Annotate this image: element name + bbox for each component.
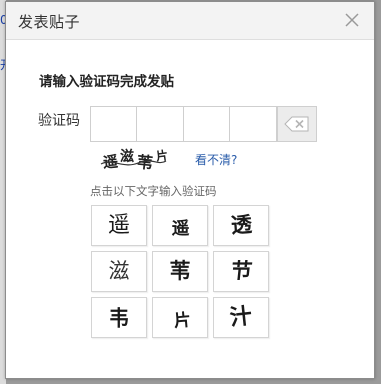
captcha-char-box-4[interactable] <box>230 107 277 141</box>
char-tile-label: 节 <box>229 259 253 283</box>
post-dialog: 发表贴子 请输入验证码完成发贴 验证码 遥 滋 苇 片 看不清? 点击以下文字输… <box>5 1 375 379</box>
svg-text:片: 片 <box>155 147 169 164</box>
char-tile-label: 遥 <box>171 219 189 239</box>
char-tile[interactable]: 透 <box>213 205 269 246</box>
dialog-title: 发表贴子 <box>18 13 81 31</box>
captcha-char-box-3[interactable] <box>184 107 231 141</box>
svg-text:滋: 滋 <box>120 148 134 165</box>
close-icon[interactable] <box>343 11 361 29</box>
char-tile[interactable]: 片 <box>152 297 208 338</box>
refresh-captcha-link[interactable]: 看不清? <box>195 151 237 168</box>
captcha-input-boxes <box>90 106 317 142</box>
char-tile-label: 片 <box>172 310 192 332</box>
backspace-button[interactable] <box>276 107 316 141</box>
captcha-hint-text: 点击以下文字输入验证码 <box>90 184 217 198</box>
char-tile-label: 遥 <box>107 212 130 238</box>
char-tile[interactable]: 汁 <box>213 297 269 338</box>
captcha-char-box-1[interactable] <box>91 107 138 141</box>
backspace-icon <box>284 116 309 132</box>
captcha-label: 验证码 <box>38 113 80 129</box>
char-tile[interactable]: 滋 <box>91 251 147 292</box>
char-tile-label: 滋 <box>108 259 130 283</box>
char-tile[interactable]: 韦 <box>91 297 147 338</box>
char-tile[interactable]: 遥 <box>152 205 208 246</box>
char-tile-label: 透 <box>229 212 253 238</box>
char-tile[interactable]: 遥 <box>91 205 147 246</box>
char-tile-label: 韦 <box>109 304 129 331</box>
char-tile[interactable]: 苇 <box>152 251 208 292</box>
captcha-char-box-2[interactable] <box>137 107 184 141</box>
char-tile-label: 汁 <box>228 303 254 331</box>
captcha-image: 遥 滋 苇 片 <box>100 147 169 172</box>
captcha-instruction-heading: 请输入验证码完成发贴 <box>39 74 174 90</box>
dialog-titlebar: 发表贴子 <box>6 2 374 40</box>
char-tile[interactable]: 节 <box>213 251 269 292</box>
char-tile-label: 苇 <box>169 259 191 283</box>
svg-text:苇: 苇 <box>136 152 154 172</box>
captcha-char-grid: 遥 遥 透 滋 苇 节 韦 片 汁 <box>91 205 269 338</box>
